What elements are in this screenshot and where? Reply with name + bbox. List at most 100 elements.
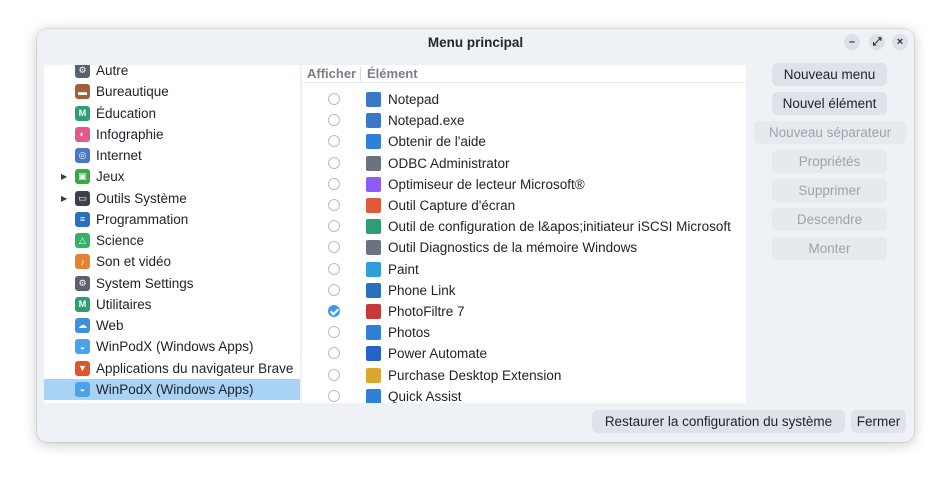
tree-item-label: System Settings [96, 275, 194, 291]
list-item[interactable]: Notepad.exe [302, 110, 746, 131]
list-item[interactable]: Notepad [302, 89, 746, 110]
tree-item-label: Outils Système [96, 190, 187, 206]
tree-item-label: Programmation [96, 211, 189, 227]
tree-item[interactable]: ☁ Web [44, 315, 300, 336]
list-item[interactable]: Power Automate [302, 343, 746, 364]
show-toggle[interactable] [328, 305, 340, 317]
flask-icon: △ [75, 233, 90, 248]
power-automate-icon [366, 346, 381, 362]
tree-item[interactable]: ▶ ▣ Jeux [44, 166, 300, 187]
move-down-button[interactable]: Descendre [772, 208, 887, 231]
tree-item[interactable]: M Éducation [44, 103, 300, 124]
tree-item[interactable]: ▶ ▭ Outils Système [44, 188, 300, 209]
gear-icon: ⚙ [75, 65, 90, 78]
tree-item[interactable]: ⚙ Autre [44, 65, 300, 81]
list-item-label: Paint [388, 261, 419, 277]
show-toggle[interactable] [328, 283, 340, 296]
show-toggle[interactable] [328, 368, 340, 381]
utilities-icon: M [75, 296, 90, 312]
settings-icon: ⚙ [75, 275, 90, 291]
show-toggle[interactable] [328, 156, 340, 169]
close-window-button[interactable]: × [892, 34, 908, 50]
move-up-button[interactable]: Monter [772, 237, 887, 260]
show-toggle[interactable] [328, 199, 340, 211]
delete-button[interactable]: Supprimer [772, 179, 887, 202]
properties-button[interactable]: Propriétés [772, 150, 887, 173]
list-item[interactable]: Outil Capture d'écran [302, 195, 746, 216]
tree-item[interactable]: ▼ Applications du navigateur Brave [44, 358, 300, 379]
titlebar: Menu principal – ⤢ × [37, 29, 914, 55]
winpodx-icon: ◒ [75, 381, 90, 397]
code-icon: ≡ [75, 211, 90, 227]
tree-item-label: Utilitaires [96, 296, 152, 312]
tree-item-label: Son et vidéo [96, 254, 172, 270]
list-item[interactable]: ODBC Administrator [302, 153, 746, 174]
list-item-label: Purchase Desktop Extension [388, 367, 562, 383]
list-item[interactable]: Obtenir de l'aide [302, 131, 746, 152]
photofiltre-icon [366, 304, 381, 319]
tree-item[interactable]: ▬ Bureautique [44, 81, 300, 102]
list-item-label: Phone Link [388, 282, 456, 298]
tree-item-label: Autre [96, 65, 129, 78]
show-toggle[interactable] [328, 262, 340, 275]
gamepad-icon: ▣ [75, 169, 90, 185]
tree-item[interactable]: △ Science [44, 230, 300, 251]
maximize-button[interactable]: ⤢ [869, 34, 885, 50]
tree-item[interactable]: ♪ Son et vidéo [44, 251, 300, 272]
restore-system-config-button[interactable]: Restaurer la configuration du système [592, 410, 845, 433]
list-item[interactable]: Outil de configuration de l&apos;initiat… [302, 216, 746, 237]
drive-optimizer-icon [366, 176, 381, 192]
item-list[interactable]: Afficher Élément Notepad Notepad.exe Obten… [302, 65, 746, 403]
main-menu-window: Menu principal – ⤢ × ⚙ Autre ▬ Bureautique M… [37, 29, 914, 442]
close-button[interactable]: Fermer [851, 410, 906, 433]
list-item-label: Outil Capture d'écran [388, 198, 516, 213]
expand-arrow-icon[interactable]: ▶ [61, 194, 69, 203]
tree-item-label: Éducation [96, 105, 157, 121]
new-menu-button[interactable]: Nouveau menu [772, 63, 887, 86]
list-item[interactable]: Paint [302, 259, 746, 280]
tree-item[interactable]: ⚙ System Settings [44, 273, 300, 294]
list-item[interactable]: Outil Diagnostics de la mémoire Windows [302, 237, 746, 258]
show-toggle[interactable] [328, 389, 340, 402]
snipping-icon [366, 198, 381, 213]
tree-item[interactable]: ≡ Programmation [44, 209, 300, 230]
list-item[interactable]: Purchase Desktop Extension [302, 365, 746, 386]
column-header-item[interactable]: Élément [367, 66, 418, 81]
list-item[interactable]: Photos [302, 322, 746, 343]
show-toggle[interactable] [328, 347, 340, 360]
list-item[interactable]: PhotoFiltre 7 [302, 301, 746, 322]
education-icon: M [75, 105, 90, 121]
tree-item[interactable]: ◐ Infographie [44, 124, 300, 145]
list-item-label: PhotoFiltre 7 [388, 304, 465, 319]
notepad-icon [366, 92, 381, 107]
list-item[interactable]: Phone Link [302, 280, 746, 301]
column-header-show[interactable]: Afficher [307, 66, 356, 81]
show-toggle[interactable] [328, 93, 340, 105]
menu-tree[interactable]: ⚙ Autre ▬ Bureautique M Éducation ◐ Infographie… [44, 65, 300, 403]
photos-icon [366, 325, 381, 341]
tree-item[interactable]: ◒ WinPodX (Windows Apps) [44, 378, 300, 400]
tree-item[interactable]: M Utilitaires [44, 294, 300, 315]
new-separator-button[interactable]: Nouveau séparateur [754, 121, 906, 144]
show-toggle[interactable] [328, 241, 340, 254]
show-toggle[interactable] [328, 114, 340, 127]
list-item[interactable]: Quick Assist [302, 386, 746, 403]
list-item-label: Optimiseur de lecteur Microsoft® [388, 176, 585, 192]
expand-arrow-icon[interactable]: ▶ [61, 172, 69, 181]
globe-network-icon [366, 219, 381, 235]
tree-item-label: Internet [96, 148, 142, 163]
list-header: Afficher Élément [302, 65, 746, 83]
list-item[interactable]: Optimiseur de lecteur Microsoft® [302, 174, 746, 195]
show-toggle[interactable] [328, 326, 340, 339]
show-toggle[interactable] [328, 177, 340, 190]
brave-icon: ▼ [75, 360, 90, 376]
new-item-button[interactable]: Nouvel élément [772, 92, 887, 115]
tree-item[interactable]: ◎ Internet [44, 145, 300, 166]
minimize-button[interactable]: – [844, 34, 860, 50]
phone-icon [366, 282, 381, 298]
tree-item-label: WinPodX (Windows Apps) [96, 339, 254, 355]
tree-item[interactable]: ◒ WinPodX (Windows Apps) [44, 336, 300, 357]
show-toggle[interactable] [328, 220, 340, 233]
list-item-label: Outil de configuration de l&apos;initiat… [388, 219, 731, 235]
show-toggle[interactable] [328, 135, 340, 148]
